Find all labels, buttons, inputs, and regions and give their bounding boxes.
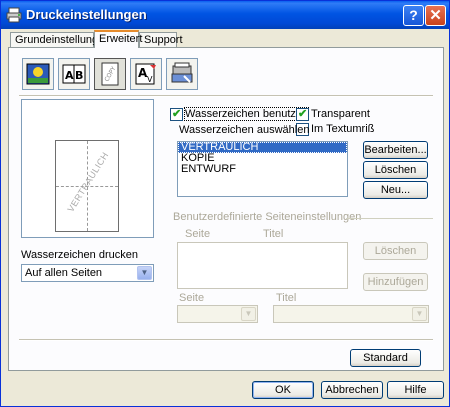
svg-text:A: A bbox=[65, 69, 74, 82]
watermark-print-label: Wasserzeichen drucken bbox=[21, 249, 138, 261]
window-title: Druckeinstellungen bbox=[26, 7, 147, 22]
page-select-label: Seite bbox=[179, 292, 205, 304]
use-watermark-checkbox[interactable]: ✔ bbox=[170, 108, 183, 121]
cancel-button[interactable]: Abbrechen bbox=[321, 381, 383, 399]
delete-custom-page-button[interactable]: Löschen bbox=[363, 242, 428, 260]
title-select-label: Titel bbox=[276, 292, 297, 304]
tab-erweitert[interactable]: Erweitert bbox=[94, 30, 142, 48]
title-select[interactable]: ▼ bbox=[273, 305, 429, 323]
help-button[interactable]: Hilfe bbox=[387, 381, 444, 399]
column-page-header: Seite bbox=[185, 228, 211, 240]
page-setting-button[interactable]: A V bbox=[130, 58, 162, 90]
tab-support[interactable]: Support bbox=[139, 32, 183, 48]
page-setting-icon: A V bbox=[135, 63, 156, 85]
transparent-label: Transparent bbox=[311, 108, 370, 120]
print-quality-button[interactable] bbox=[22, 58, 54, 90]
preview-page: VERTRAULICH bbox=[55, 140, 119, 232]
watermark-icon: COPY bbox=[101, 62, 119, 86]
chevron-down-icon[interactable]: ▼ bbox=[137, 266, 152, 280]
new-watermark-button[interactable]: Neu... bbox=[363, 181, 428, 199]
list-item[interactable]: ENTWURF bbox=[178, 164, 347, 175]
custom-pages-group-label: Benutzerdefinierte Seiteneinstellungen bbox=[173, 211, 362, 223]
watermark-preview: VERTRAULICH bbox=[21, 99, 154, 238]
toolbar-separator bbox=[19, 95, 433, 97]
add-custom-page-button[interactable]: Hinzufügen bbox=[363, 273, 428, 291]
group-separator bbox=[346, 218, 433, 219]
preview-watermark-text: VERTRAULICH bbox=[65, 150, 111, 214]
outline-text-label: Im Textumriß bbox=[311, 123, 375, 135]
duplex-button[interactable]: A B bbox=[58, 58, 90, 90]
duplex-icon: A B bbox=[62, 64, 86, 84]
delete-watermark-button[interactable]: Löschen bbox=[363, 161, 428, 179]
svg-text:B: B bbox=[75, 69, 83, 82]
checkmark-icon: ✔ bbox=[298, 108, 308, 120]
checkmark-icon: ✔ bbox=[172, 108, 182, 120]
watermark-print-select[interactable]: Auf allen Seiten ▼ bbox=[21, 264, 154, 282]
print-quality-icon bbox=[26, 63, 50, 85]
standard-button[interactable]: Standard bbox=[350, 349, 421, 367]
tab-grundeinstellungen[interactable]: Grundeinstellungen bbox=[10, 32, 110, 48]
transparent-checkbox[interactable]: ✔ bbox=[296, 108, 309, 121]
title-bar[interactable]: Druckeinstellungen ? ✕ bbox=[1, 1, 449, 29]
device-options-icon bbox=[171, 62, 193, 83]
custom-pages-list[interactable] bbox=[177, 242, 348, 289]
page-select[interactable]: ▼ bbox=[177, 305, 258, 323]
watermark-print-value: Auf allen Seiten bbox=[25, 267, 103, 279]
bottom-separator bbox=[19, 339, 433, 341]
svg-text:V: V bbox=[147, 75, 153, 84]
use-watermark-label: Wasserzeichen benutzen bbox=[183, 107, 310, 121]
watermark-list[interactable]: VERTRAULICH KOPIE ENTWURF bbox=[177, 141, 348, 197]
help-title-button[interactable]: ? bbox=[403, 5, 424, 26]
printer-app-icon bbox=[6, 7, 22, 23]
select-watermark-label: Wasserzeichen auswählen bbox=[179, 124, 310, 136]
chevron-down-icon[interactable]: ▼ bbox=[241, 307, 256, 321]
watermark-button[interactable]: COPY bbox=[94, 58, 126, 90]
column-title-header: Titel bbox=[263, 228, 284, 240]
ok-button[interactable]: OK bbox=[252, 381, 314, 399]
close-button[interactable]: ✕ bbox=[425, 5, 446, 26]
device-options-button[interactable] bbox=[166, 58, 198, 90]
edit-watermark-button[interactable]: Bearbeiten... bbox=[363, 141, 428, 159]
chevron-down-icon[interactable]: ▼ bbox=[412, 307, 427, 321]
print-settings-dialog: Druckeinstellungen ? ✕ Grundeinstellunge… bbox=[0, 0, 450, 407]
